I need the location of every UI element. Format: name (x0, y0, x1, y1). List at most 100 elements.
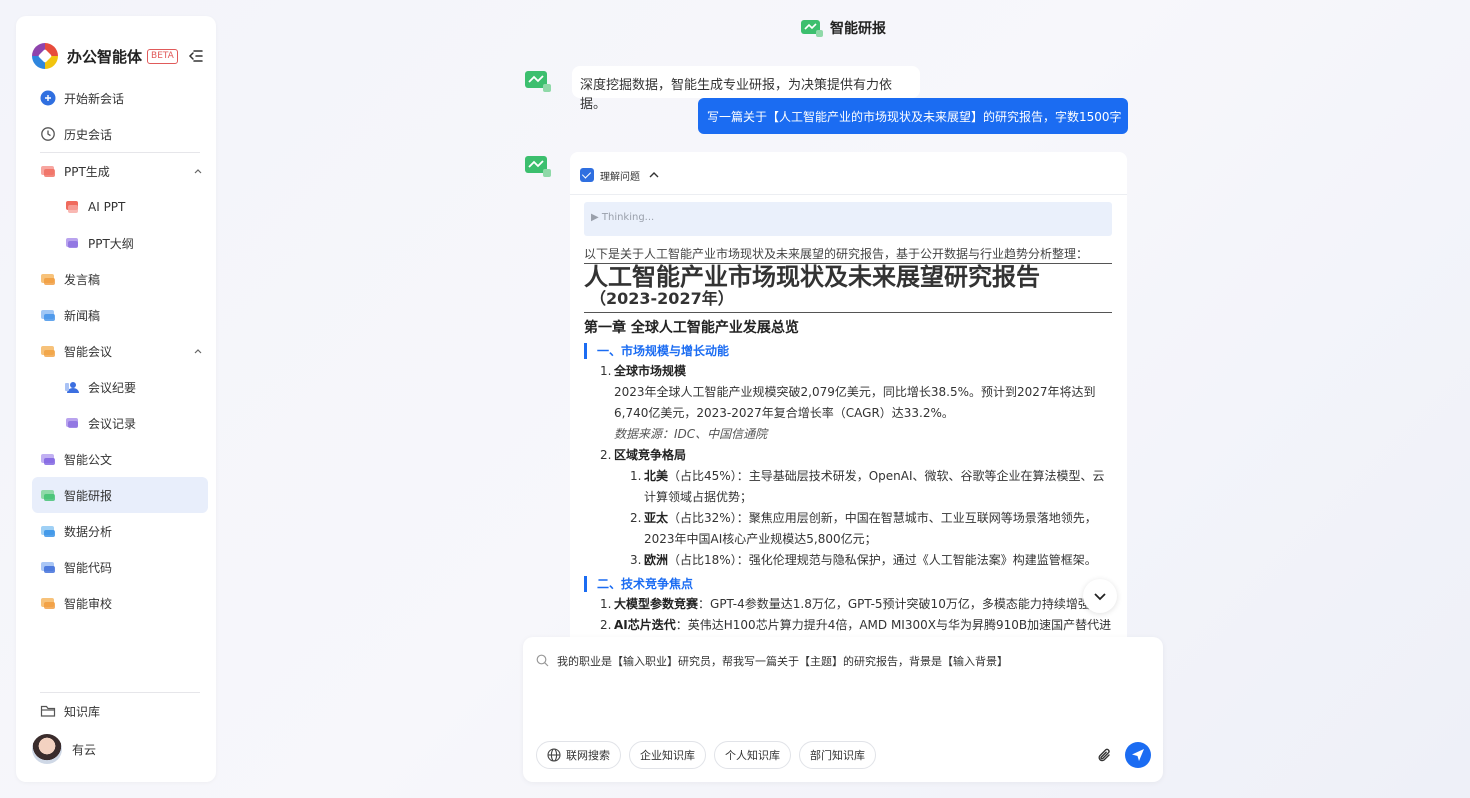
avatar (32, 734, 62, 764)
section-heading: 一、市场规模与增长动能 (584, 343, 1112, 359)
list-item: 2. 亚太（占比32%）：聚焦应用层创新，中国在智慧城市、工业互联网等场景落地领先… (630, 511, 1097, 546)
step-understand[interactable]: 理解问题 (580, 166, 660, 184)
new-chat-icon (40, 90, 56, 106)
intro-message: 深度挖掘数据，智能生成专业研报，为决策提供有力依据。 (572, 66, 920, 112)
sidebar-item-label: 智能会议 (64, 344, 113, 359)
sidebar-item-label: AI PPT (88, 200, 126, 214)
sidebar-item-label: 会议记录 (88, 416, 137, 431)
search-icon (536, 654, 549, 667)
sidebar: 办公智能体 BETA 开始新会话 历史会话 PPT生成 AI PPT PPT大纲 (16, 16, 216, 782)
sidebar-item-label: PPT生成 (64, 164, 110, 179)
send-button[interactable] (1125, 742, 1151, 768)
chip-label: 联网搜索 (566, 749, 610, 762)
data-analysis-icon (40, 523, 56, 539)
department-kb-chip[interactable]: 部门知识库 (799, 741, 876, 769)
beta-badge: BETA (147, 48, 178, 64)
official-docs-icon (40, 451, 56, 467)
sidebar-item-label: 会议纪要 (88, 380, 137, 395)
brand-name: 办公智能体 (67, 47, 143, 66)
list-item: 1. 大模型参数竞赛：GPT-4参数量达1.8万亿，GPT-5预计突破10万亿，多… (600, 597, 1090, 611)
research-logo-icon (801, 20, 823, 37)
chip-label: 个人知识库 (725, 749, 780, 762)
list-item: 1. 北美（占比45%）：主导基础层技术研发，OpenAI、微软、谷歌等企业在算法… (630, 469, 1105, 504)
section-heading: 二、技术竞争焦点 (584, 576, 1112, 592)
user-name: 有云 (72, 742, 97, 757)
enterprise-kb-chip[interactable]: 企业知识库 (629, 741, 706, 769)
page-title: 智能研报 (800, 18, 886, 38)
sidebar-item-data-analysis[interactable]: 数据分析 (32, 513, 208, 549)
ppt-icon (40, 163, 56, 179)
ai-ppt-icon (64, 199, 80, 215)
sidebar-item-label: 智能研报 (64, 488, 113, 503)
sidebar-item-label: PPT大纲 (88, 236, 134, 251)
sidebar-item-research[interactable]: 智能研报 (32, 477, 208, 513)
sidebar-item-ppt-outline[interactable]: PPT大纲 (32, 225, 208, 261)
sidebar-item-code[interactable]: 智能代码 (32, 549, 208, 585)
page-title-text: 智能研报 (830, 21, 886, 37)
checkbox-icon (580, 168, 594, 182)
sidebar-item-minutes[interactable]: 会议纪要 (32, 369, 208, 405)
sidebar-item-official-docs[interactable]: 智能公文 (32, 441, 208, 477)
research-icon (40, 487, 56, 503)
chip-label: 部门知识库 (810, 749, 865, 762)
sidebar-item-news[interactable]: 新闻稿 (32, 297, 208, 333)
sidebar-bottom: 知识库 有云 (32, 692, 208, 769)
step-divider (570, 194, 1127, 195)
list-item: 1. 全球市场规模 (600, 364, 687, 378)
records-icon (64, 415, 80, 431)
history-icon (40, 126, 56, 142)
report-document: 以下是关于人工智能产业市场现状及未来展望的研究报告，基于公开数据与行业趋势分析整… (584, 244, 1112, 645)
proofread-icon (40, 595, 56, 611)
attachment-icon[interactable] (1096, 747, 1114, 765)
source-chips: 联网搜索 企业知识库 个人知识库 部门知识库 (536, 741, 884, 769)
chevron-up-icon[interactable] (194, 347, 202, 355)
thinking-toggle[interactable]: ▶ Thinking... (584, 202, 1112, 236)
sidebar-item-speech[interactable]: 发言稿 (32, 261, 208, 297)
sidebar-item-label: 数据分析 (64, 524, 113, 539)
news-icon (40, 307, 56, 323)
chevron-down-icon (1094, 593, 1106, 601)
paragraph: 2023年全球人工智能产业规模突破2,079亿美元，同比增长38.5%。预计到2… (614, 385, 1096, 420)
personal-kb-chip[interactable]: 个人知识库 (714, 741, 791, 769)
speech-icon (40, 271, 56, 287)
chevron-up-icon[interactable] (194, 167, 202, 175)
scroll-down-button[interactable] (1083, 579, 1117, 613)
sidebar-item-ppt[interactable]: PPT生成 (32, 153, 208, 189)
user-profile[interactable]: 有云 (32, 729, 208, 769)
report-intro: 以下是关于人工智能产业市场现状及未来展望的研究报告，基于公开数据与行业趋势分析整… (584, 244, 1112, 264)
sidebar-item-new-chat[interactable]: 开始新会话 (32, 80, 208, 116)
prompt-input[interactable]: 我的职业是【输入职业】研究员，帮我写一篇关于【主题】的研究报告，背景是【输入背景… (557, 653, 1008, 669)
sidebar-item-label: 知识库 (64, 704, 101, 719)
user-message: 写一篇关于【人工智能产业的市场现状及未来展望】的研究报告，字数1500字 (698, 98, 1128, 134)
bot-avatar-icon (525, 156, 551, 177)
sidebar-item-label: 智能代码 (64, 560, 113, 575)
globe-icon (547, 748, 561, 762)
report-subtitle: （2023-2027年） (584, 290, 1112, 313)
web-search-chip[interactable]: 联网搜索 (536, 741, 621, 769)
app-logo-icon (32, 43, 58, 69)
collapse-sidebar-icon[interactable] (188, 48, 204, 64)
data-source: 数据来源：IDC、中国信通院 (614, 427, 768, 441)
sidebar-item-records[interactable]: 会议记录 (32, 405, 208, 441)
sidebar-item-proofread[interactable]: 智能审校 (32, 585, 208, 621)
list-item: 3. 欧洲（占比18%）：强化伦理规范与隐私保护，通过《人工智能法案》构建监管框架… (630, 553, 1097, 567)
sidebar-item-label: 智能审校 (64, 596, 113, 611)
chip-label: 企业知识库 (640, 749, 695, 762)
list-item: 2. 区域竞争格局 (600, 448, 687, 462)
minutes-icon (64, 379, 80, 395)
sidebar-item-label: 智能公文 (64, 452, 113, 467)
sidebar-item-history[interactable]: 历史会话 (32, 116, 208, 152)
prompt-input-box[interactable]: 我的职业是【输入职业】研究员，帮我写一篇关于【主题】的研究报告，背景是【输入背景… (523, 637, 1163, 782)
nav-top: 开始新会话 历史会话 PPT生成 AI PPT PPT大纲 发言稿 新闻稿 智能… (32, 80, 208, 621)
folder-icon (40, 703, 56, 719)
ppt-outline-icon (64, 235, 80, 251)
code-icon (40, 559, 56, 575)
sidebar-item-label: 开始新会话 (64, 91, 125, 106)
chevron-up-icon[interactable] (648, 169, 660, 181)
sidebar-item-knowledge[interactable]: 知识库 (32, 693, 208, 729)
sidebar-item-meeting[interactable]: 智能会议 (32, 333, 208, 369)
brand: 办公智能体 BETA (32, 42, 204, 70)
sidebar-item-label: 历史会话 (64, 127, 113, 142)
sidebar-item-ai-ppt[interactable]: AI PPT (32, 189, 208, 225)
sidebar-item-label: 新闻稿 (64, 308, 101, 323)
